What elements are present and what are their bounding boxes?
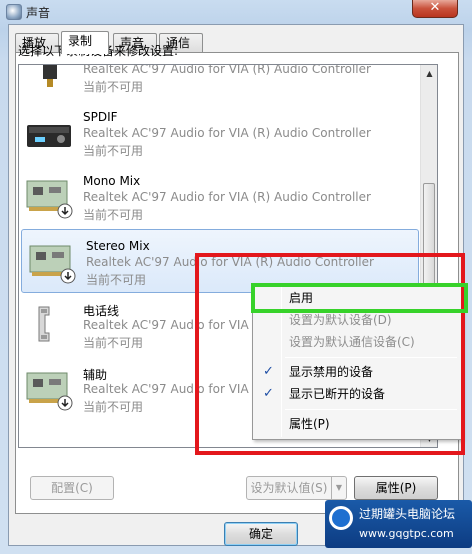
list-item[interactable]: SPDIF Realtek AC'97 Audio for VIA (R) Au… xyxy=(19,101,419,165)
speaker-icon xyxy=(6,4,22,20)
window-title: 声音 xyxy=(26,6,51,20)
scroll-up-arrow-icon[interactable]: ▲ xyxy=(421,65,437,82)
audio-jack-icon xyxy=(43,65,57,87)
list-item[interactable]: Mono Mix Realtek AC'97 Audio for VIA (R)… xyxy=(19,165,419,229)
set-default-dropdown-arrow-icon[interactable]: ▼ xyxy=(331,476,347,500)
title-bar[interactable]: 声音 ✕ xyxy=(0,0,472,24)
sound-card-icon xyxy=(29,245,76,284)
sound-card-icon xyxy=(26,180,73,219)
ok-button[interactable]: 确定 xyxy=(224,522,298,546)
tab-recording[interactable]: 录制 xyxy=(61,31,109,54)
forum-logo-icon xyxy=(329,506,353,530)
watermark-url: www.gqgtpc.com xyxy=(359,527,454,540)
close-button[interactable]: ✕ xyxy=(412,0,458,18)
list-item[interactable]: Realtek AC'97 Audio for VIA (R) Audio Co… xyxy=(19,65,419,101)
green-highlight-box xyxy=(251,283,468,313)
sound-dialog: 声音 ✕ 播放 录制 声音 通信 选择以下录制设备来修改设置: Realtek … xyxy=(0,0,472,554)
watermark-title: 过期罐头电脑论坛 xyxy=(359,507,456,521)
sound-card-icon xyxy=(26,372,73,411)
watermark: 过期罐头电脑论坛 www.gqgtpc.com xyxy=(325,500,472,548)
set-default-button[interactable]: 设为默认值(S) xyxy=(246,476,332,500)
spdif-device-icon xyxy=(27,125,71,147)
telephone-handset-icon xyxy=(38,306,50,342)
configure-button[interactable]: 配置(C) xyxy=(30,476,114,500)
properties-button[interactable]: 属性(P) xyxy=(354,476,438,500)
